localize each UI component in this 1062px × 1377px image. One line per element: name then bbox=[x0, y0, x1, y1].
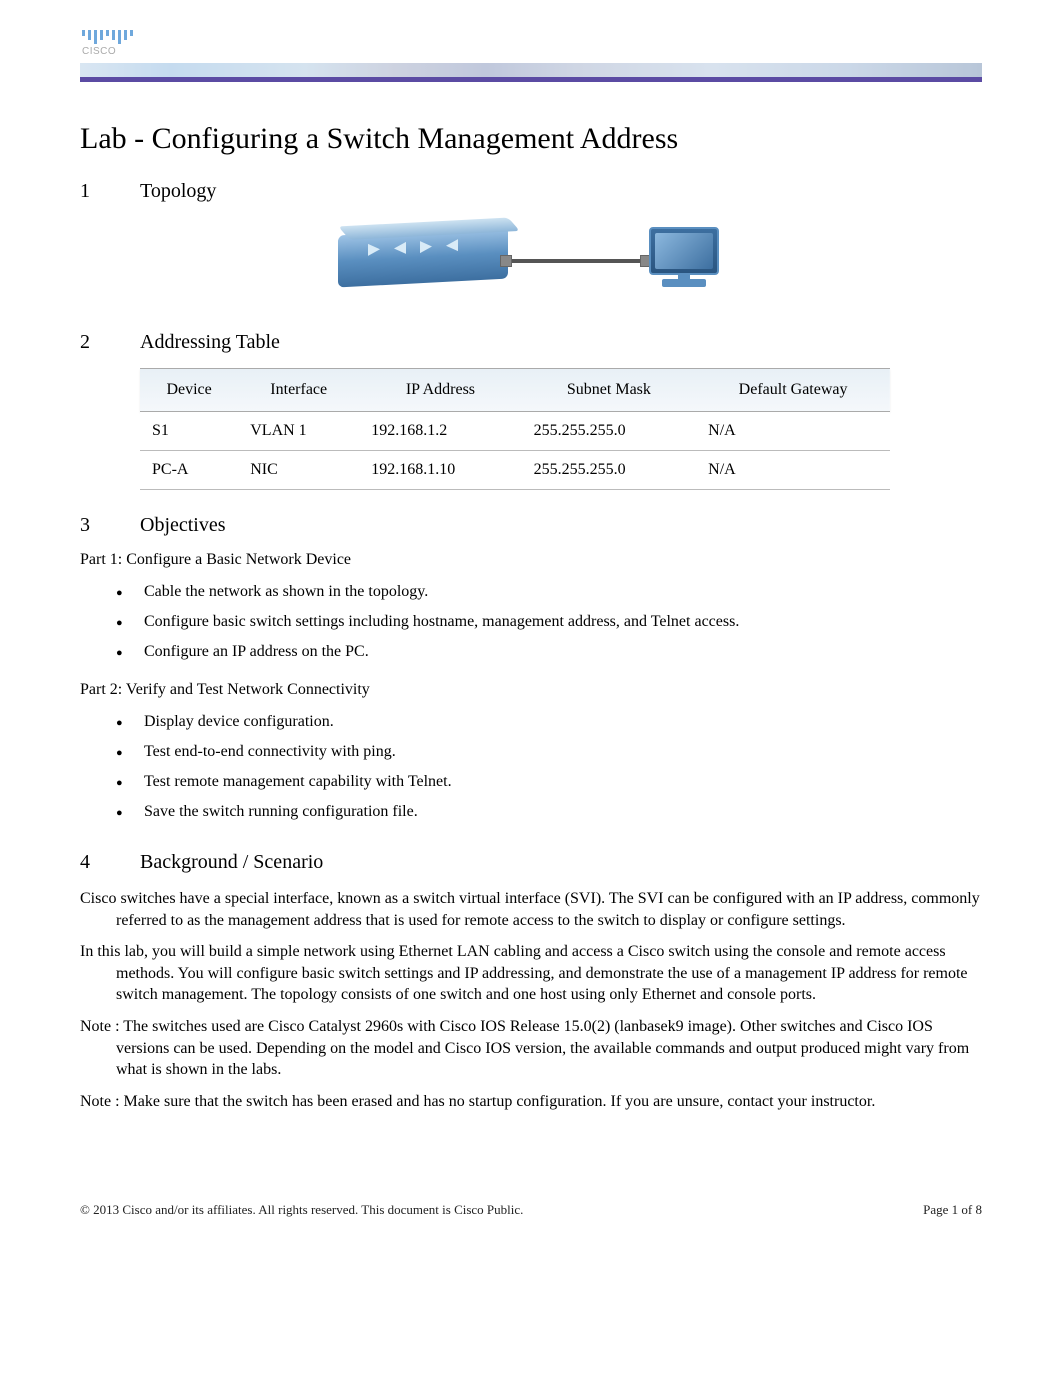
th-gateway: Default Gateway bbox=[696, 369, 890, 412]
topology-diagram bbox=[80, 217, 982, 307]
section-number: 3 bbox=[80, 514, 140, 537]
section-label: Objectives bbox=[140, 514, 226, 537]
list-item: Display device configuration. bbox=[144, 707, 982, 737]
section-number: 4 bbox=[80, 851, 140, 874]
cell-interface: NIC bbox=[238, 451, 359, 490]
cell-ip: 192.168.1.10 bbox=[359, 451, 521, 490]
logo-text: CISCO bbox=[80, 46, 982, 57]
list-item: Configure an IP address on the PC. bbox=[144, 637, 982, 667]
cell-mask: 255.255.255.0 bbox=[522, 412, 696, 451]
table-row: PC-A NIC 192.168.1.10 255.255.255.0 N/A bbox=[140, 451, 890, 490]
th-interface: Interface bbox=[238, 369, 359, 412]
background-note: Note : The switches used are Cisco Catal… bbox=[80, 1016, 982, 1081]
section-label: Background / Scenario bbox=[140, 851, 323, 874]
objectives-part1-label: Part 1: Configure a Basic Network Device bbox=[80, 551, 982, 569]
th-ip: IP Address bbox=[359, 369, 521, 412]
background-paragraph: In this lab, you will build a simple net… bbox=[80, 941, 982, 1006]
objectives-part2-list: Display device configuration. Test end-t… bbox=[80, 707, 982, 827]
cisco-logo: CISCO bbox=[80, 30, 982, 57]
header-purple-bar bbox=[80, 77, 982, 82]
th-mask: Subnet Mask bbox=[522, 369, 696, 412]
section-label: Addressing Table bbox=[140, 331, 280, 354]
list-item: Configure basic switch settings includin… bbox=[144, 607, 982, 637]
pc-icon bbox=[644, 227, 724, 287]
ethernet-cable-icon bbox=[506, 259, 646, 263]
switch-icon bbox=[338, 231, 508, 283]
objectives-part1-list: Cable the network as shown in the topolo… bbox=[80, 577, 982, 667]
cell-mask: 255.255.255.0 bbox=[522, 451, 696, 490]
section-objectives-heading: 3 Objectives bbox=[80, 514, 982, 537]
th-device: Device bbox=[140, 369, 238, 412]
section-topology-heading: 1 Topology bbox=[80, 180, 982, 203]
cell-gateway: N/A bbox=[696, 412, 890, 451]
background-note: Note : Make sure that the switch has bee… bbox=[80, 1091, 982, 1113]
cell-device: PC-A bbox=[140, 451, 238, 490]
section-label: Topology bbox=[140, 180, 216, 203]
list-item: Test end-to-end connectivity with ping. bbox=[144, 737, 982, 767]
cell-device: S1 bbox=[140, 412, 238, 451]
header-gradient-bar bbox=[80, 63, 982, 77]
objectives-part2-label: Part 2: Verify and Test Network Connecti… bbox=[80, 681, 982, 699]
addressing-table: Device Interface IP Address Subnet Mask … bbox=[140, 368, 890, 490]
copyright-text: © 2013 Cisco and/or its affiliates. All … bbox=[80, 1202, 523, 1218]
background-paragraph: Cisco switches have a special interface,… bbox=[80, 888, 982, 931]
section-number: 1 bbox=[80, 180, 140, 203]
list-item: Save the switch running configuration fi… bbox=[144, 797, 982, 827]
list-item: Test remote management capability with T… bbox=[144, 767, 982, 797]
list-item: Cable the network as shown in the topolo… bbox=[144, 577, 982, 607]
cell-gateway: N/A bbox=[696, 451, 890, 490]
page-title: Lab - Configuring a Switch Management Ad… bbox=[80, 122, 982, 156]
section-number: 2 bbox=[80, 331, 140, 354]
table-row: S1 VLAN 1 192.168.1.2 255.255.255.0 N/A bbox=[140, 412, 890, 451]
cell-interface: VLAN 1 bbox=[238, 412, 359, 451]
page-number: Page 1 of 8 bbox=[923, 1202, 982, 1218]
document-header: CISCO bbox=[80, 0, 982, 82]
section-addressing-heading: 2 Addressing Table bbox=[80, 331, 982, 354]
page-footer: © 2013 Cisco and/or its affiliates. All … bbox=[80, 1202, 982, 1218]
section-background-heading: 4 Background / Scenario bbox=[80, 851, 982, 874]
cell-ip: 192.168.1.2 bbox=[359, 412, 521, 451]
